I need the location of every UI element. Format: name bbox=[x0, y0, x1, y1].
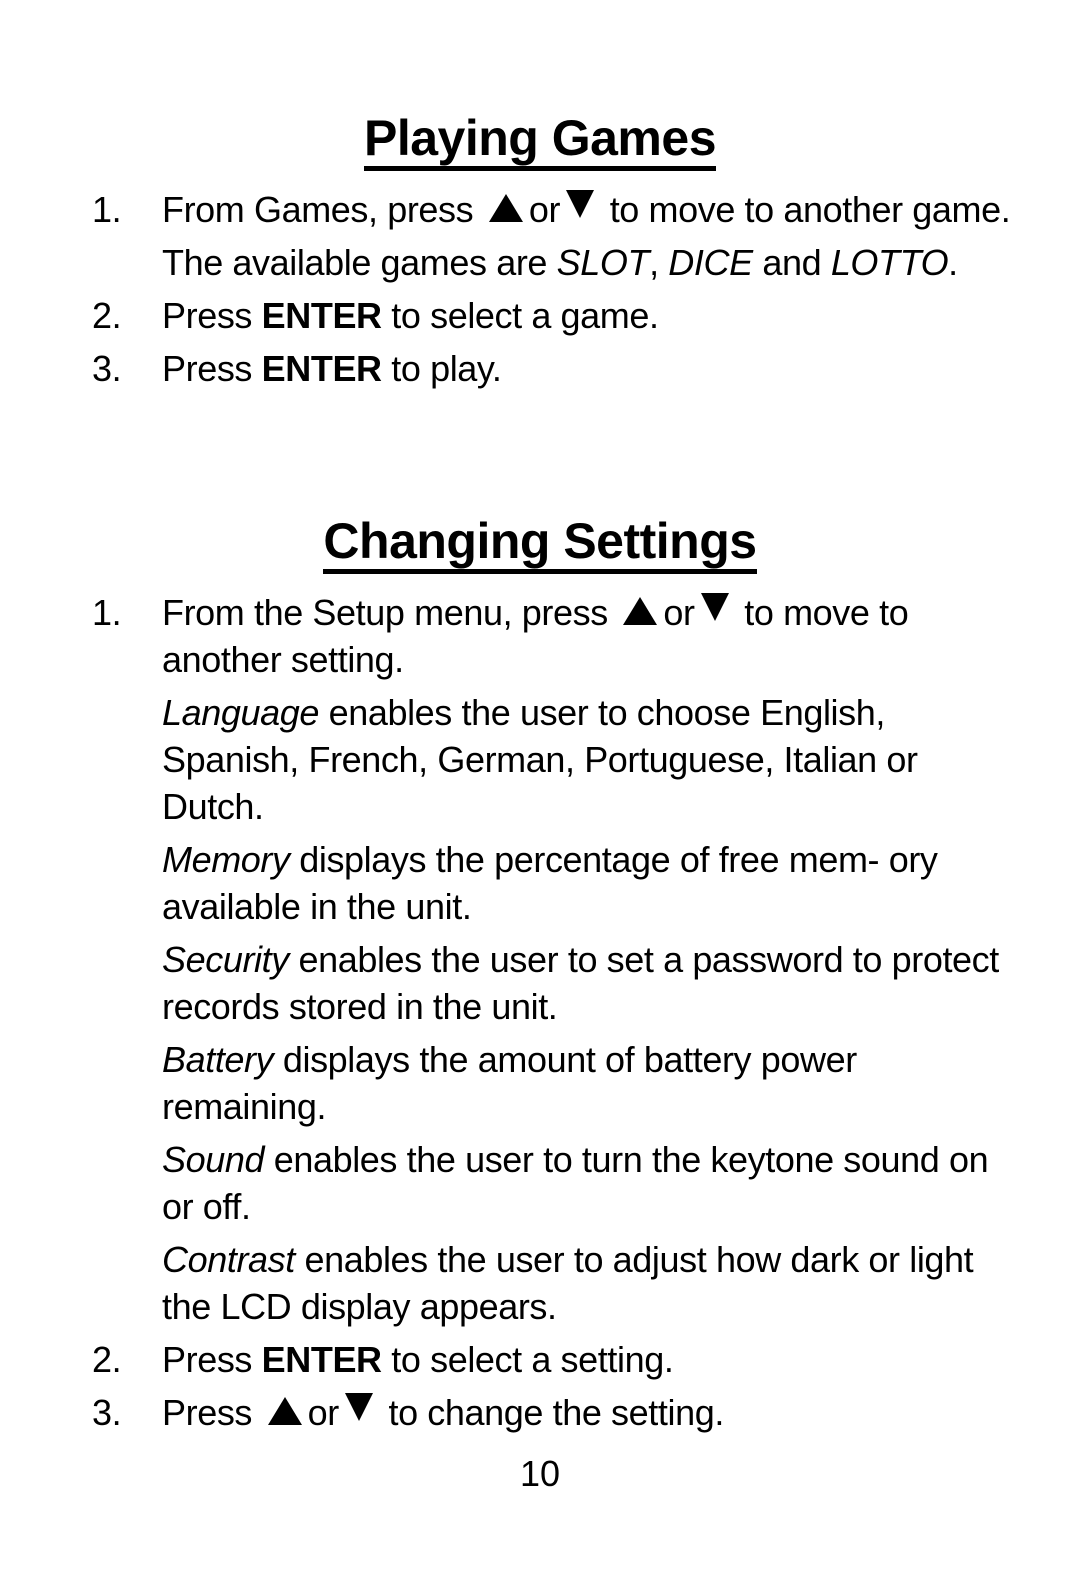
manual-page: Playing Games 1. From Games, press or to… bbox=[0, 0, 1080, 1578]
available-games-note: The available games are SLOT, DICE and L… bbox=[162, 242, 958, 283]
setting-battery: Battery displays the amount of battery p… bbox=[162, 1039, 857, 1127]
setting-contrast: Contrast enables the user to adjust how … bbox=[162, 1239, 974, 1327]
down-arrow-icon bbox=[700, 593, 729, 622]
up-arrow-icon bbox=[623, 597, 658, 626]
down-arrow-icon bbox=[344, 1393, 373, 1422]
up-arrow-icon bbox=[267, 1397, 302, 1426]
changing-settings-steps: 1. From the Setup menu, press or to move… bbox=[92, 589, 1012, 1436]
setting-sound: Sound enables the user to turn the keyto… bbox=[162, 1139, 989, 1227]
page-number: 10 bbox=[519, 1453, 561, 1494]
step-1: 1. From the Setup menu, press or to move… bbox=[92, 592, 909, 680]
section-title-playing-games: Playing Games bbox=[0, 110, 1080, 171]
step-3: 3. Press or to change the setting. bbox=[92, 1392, 724, 1433]
step-2: 2. Press ENTER to select a game. bbox=[92, 295, 659, 336]
setting-security: Security enables the user to set a passw… bbox=[162, 939, 999, 1027]
down-arrow-icon bbox=[566, 190, 595, 219]
playing-games-steps: 1. From Games, press or to move to anoth… bbox=[92, 186, 1012, 392]
setting-memory: Memory displays the percentage of free m… bbox=[162, 839, 938, 927]
setting-language: Language enables the user to choose Engl… bbox=[162, 692, 918, 827]
step-3: 3. Press ENTER to play. bbox=[92, 348, 502, 389]
step-2: 2. Press ENTER to select a setting. bbox=[92, 1339, 674, 1380]
section-title-changing-settings: Changing Settings bbox=[0, 513, 1080, 574]
step-1: 1. From Games, press or to move to anoth… bbox=[92, 189, 1011, 230]
up-arrow-icon bbox=[488, 194, 523, 223]
